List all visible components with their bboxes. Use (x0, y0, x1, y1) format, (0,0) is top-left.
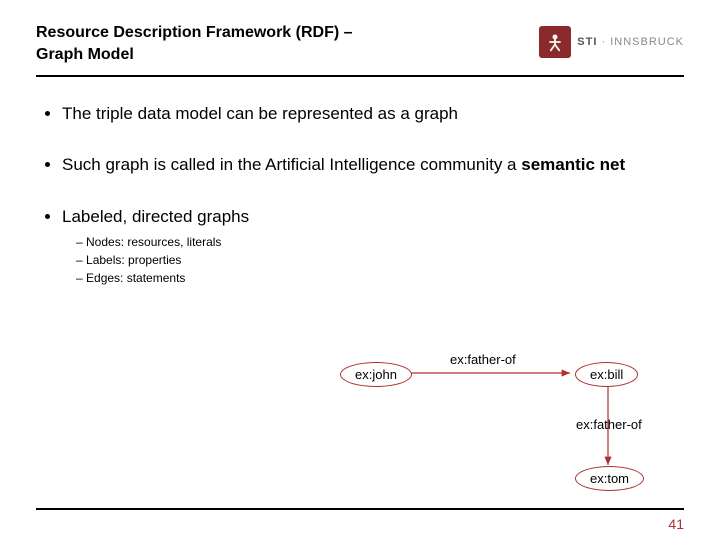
logo-text: STI · INNSBRUCK (577, 36, 684, 48)
logo-name: STI (577, 36, 597, 48)
logo-sub: INNSBRUCK (610, 36, 684, 48)
slide-content: The triple data model can be represented… (0, 77, 720, 287)
title-line-1: Resource Description Framework (RDF) – (36, 24, 353, 41)
bullet-2-text: Such graph is called in the Artificial I… (62, 155, 521, 174)
sub-term: Nodes: (86, 235, 124, 249)
slide-title: Resource Description Framework (RDF) – G… (36, 22, 353, 65)
slide-header: Resource Description Framework (RDF) – G… (0, 0, 720, 73)
sub-bullet-list: Nodes: resources, literals Labels: prope… (76, 233, 684, 287)
bullet-list: The triple data model can be represented… (36, 103, 684, 287)
footer-rule (36, 508, 684, 510)
sub-term: Edges: (86, 271, 123, 285)
sub-bullet-nodes: Nodes: resources, literals (76, 233, 684, 251)
bullet-2-bold: semantic net (521, 155, 625, 174)
logo-icon (539, 26, 571, 58)
title-line-2: Graph Model (36, 46, 134, 63)
page-number: 41 (668, 516, 684, 532)
node-john: ex:john (340, 362, 412, 387)
sub-term: Labels: (86, 253, 125, 267)
node-tom: ex:tom (575, 466, 644, 491)
sub-bullet-labels: Labels: properties (76, 251, 684, 269)
edge-label-2: ex:father-of (576, 417, 642, 432)
bullet-2: Such graph is called in the Artificial I… (62, 154, 684, 175)
bullet-1: The triple data model can be represented… (62, 103, 684, 124)
bullet-3: Labeled, directed graphs Nodes: resource… (62, 206, 684, 287)
sub-desc: properties (125, 253, 182, 267)
node-bill: ex:bill (575, 362, 638, 387)
bullet-3-text: Labeled, directed graphs (62, 207, 249, 226)
sub-desc: statements (123, 271, 185, 285)
sub-desc: resources, literals (124, 235, 221, 249)
sub-bullet-edges: Edges: statements (76, 269, 684, 287)
edge-label-1: ex:father-of (450, 352, 516, 367)
logo: STI · INNSBRUCK (539, 26, 684, 58)
